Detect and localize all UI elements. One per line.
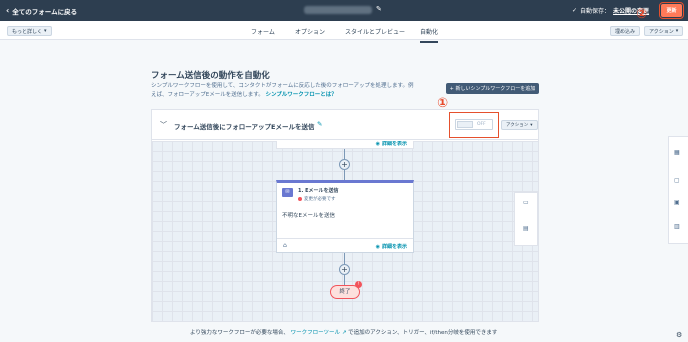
- what-is-simple-workflow-link[interactable]: シンプルワークフローとは？: [265, 92, 336, 98]
- trigger-card[interactable]: ◉ 詳細を表示: [276, 141, 414, 149]
- more-info-label: もっと詳しく: [12, 28, 43, 35]
- action-status: 変更が必要です: [298, 196, 336, 202]
- canvas-tools-panel: ▭ ▤: [514, 192, 538, 246]
- caret-down-icon: ▾: [530, 122, 533, 128]
- connector-line: [344, 170, 345, 180]
- update-button[interactable]: 更新: [659, 2, 684, 19]
- connector-line: [344, 253, 345, 264]
- check-icon: ✓: [572, 7, 578, 14]
- page-title: フォーム送信後の動作を自動化: [151, 71, 270, 81]
- top-bar: ‹ 全てのフォームに戻る ✎ ✓ 自動保存： 未公開の変更 ② 更新: [0, 0, 688, 21]
- tab-automation[interactable]: 自動化: [420, 27, 439, 43]
- error-dot-icon: [298, 197, 302, 201]
- callout-2: ②: [636, 7, 648, 22]
- send-email-action-card[interactable]: ✉ 1. Eメールを送信 変更が必要です 不明なEメールを送信 ⌂ ◉ 詳細を表…: [276, 180, 414, 253]
- actions-label: アクション: [649, 28, 674, 35]
- right-sidebar: ▦ ▢ ▣ ▥: [668, 136, 688, 244]
- show-details-link[interactable]: ◉ 詳細を表示: [375, 243, 407, 251]
- connector-line: [344, 275, 345, 285]
- footer-note: より強力なワークフローが必要な場合、 ワークフローツール ↗ で追加のアクション…: [190, 328, 497, 336]
- warning-badge: !: [355, 281, 362, 288]
- paperclip-icon: ⌂: [283, 242, 287, 249]
- external-link-icon: ↗: [341, 330, 347, 336]
- workflow-on-off-toggle[interactable]: OFF: [455, 119, 493, 130]
- end-node: 終了 !: [330, 281, 362, 299]
- workflow-card-header: ﹀ フォーム送信後にフォローアップEメールを送信 ✎ OFF アクション ▾: [152, 110, 538, 140]
- show-details-link[interactable]: ◉ 詳細を表示: [376, 141, 407, 147]
- actions-dropdown[interactable]: アクション ▾: [644, 26, 684, 36]
- action-title: 1. Eメールを送信: [298, 188, 339, 194]
- collapse-chevron-icon[interactable]: ﹀: [160, 120, 167, 130]
- calculator-icon[interactable]: ▥: [674, 223, 680, 230]
- tab-style-preview[interactable]: スタイルとプレビュー: [345, 27, 405, 36]
- tabs-bar: もっと詳しく ▾ フォーム オプション スタイルとプレビュー 自動化 埋め込み …: [0, 21, 688, 43]
- description-line-1: シンプルワークフローを使用して、コンタクトがフォームに反応した後のフォローアップ…: [151, 83, 414, 89]
- workflow-title: フォーム送信後にフォローアップEメールを送信: [174, 123, 315, 131]
- end-label: 終了: [339, 289, 351, 295]
- eye-icon: ◉: [375, 141, 380, 147]
- more-info-button[interactable]: もっと詳しく ▾: [7, 26, 52, 36]
- email-icon: ✉: [282, 188, 293, 197]
- description-line-2: えば、フォローアップEメールを送信します。: [151, 92, 264, 98]
- action-body: 不明なEメールを送信: [282, 213, 335, 219]
- chat-icon[interactable]: ▢: [674, 177, 680, 184]
- edit-name-pencil-icon[interactable]: ✎: [376, 5, 382, 13]
- embed-button[interactable]: 埋め込み: [610, 26, 641, 36]
- eye-icon: ◉: [375, 243, 380, 250]
- grid-icon[interactable]: ▦: [674, 149, 680, 156]
- page-description: シンプルワークフローを使用して、コンタクトがフォームに反応した後のフォローアップ…: [151, 82, 441, 100]
- back-label: 全てのフォームに戻る: [12, 8, 78, 16]
- toggle-highlight-box: OFF: [449, 112, 499, 138]
- action-status-label: 変更が必要です: [304, 197, 336, 202]
- help-icon[interactable]: ⚙: [676, 331, 682, 339]
- fit-view-icon[interactable]: ▭: [523, 199, 529, 206]
- workflow-actions-label: アクション: [506, 123, 529, 128]
- tab-form[interactable]: フォーム: [251, 27, 275, 36]
- workflow-canvas: ◉ 詳細を表示 + ✉ 1. Eメールを送信 変更が必要です 不明なEメールを送…: [152, 141, 538, 322]
- calendar-icon[interactable]: ▣: [674, 199, 680, 206]
- add-step-plus-icon[interactable]: +: [339, 159, 350, 170]
- show-details-label: 詳細を表示: [381, 141, 407, 147]
- add-simple-workflow-button[interactable]: + 新しいシンプルワークフローを追加: [446, 83, 539, 94]
- caret-down-icon: ▾: [44, 28, 47, 34]
- tab-options[interactable]: オプション: [295, 27, 325, 36]
- toggle-state-label: OFF: [477, 122, 486, 127]
- action-card-footer: ⌂ ◉ 詳細を表示: [277, 238, 413, 252]
- caret-down-icon: ▾: [675, 28, 679, 34]
- add-step-plus-icon[interactable]: +: [339, 264, 350, 275]
- edit-workflow-pencil-icon[interactable]: ✎: [317, 120, 322, 128]
- comment-icon[interactable]: ▤: [523, 225, 529, 232]
- footer-text-before: より強力なワークフローが必要な場合、: [190, 330, 289, 336]
- chevron-left-icon: ‹: [6, 6, 10, 15]
- autosave-label: 自動保存：: [580, 8, 611, 15]
- workflow-card: ﹀ フォーム送信後にフォローアップEメールを送信 ✎ OFF アクション ▾ ◉…: [151, 109, 539, 322]
- form-name-blurred[interactable]: [304, 6, 372, 14]
- workflow-tool-link[interactable]: ワークフローツール: [291, 330, 340, 336]
- footer-text-after: で追加のアクション、トリガー、if/then分岐を使用できます: [348, 330, 498, 336]
- toggle-knob: [457, 121, 473, 128]
- show-details-label: 詳細を表示: [381, 244, 407, 250]
- back-link[interactable]: ‹ 全てのフォームに戻る: [6, 6, 78, 17]
- workflow-actions-dropdown[interactable]: アクション ▾: [501, 120, 538, 130]
